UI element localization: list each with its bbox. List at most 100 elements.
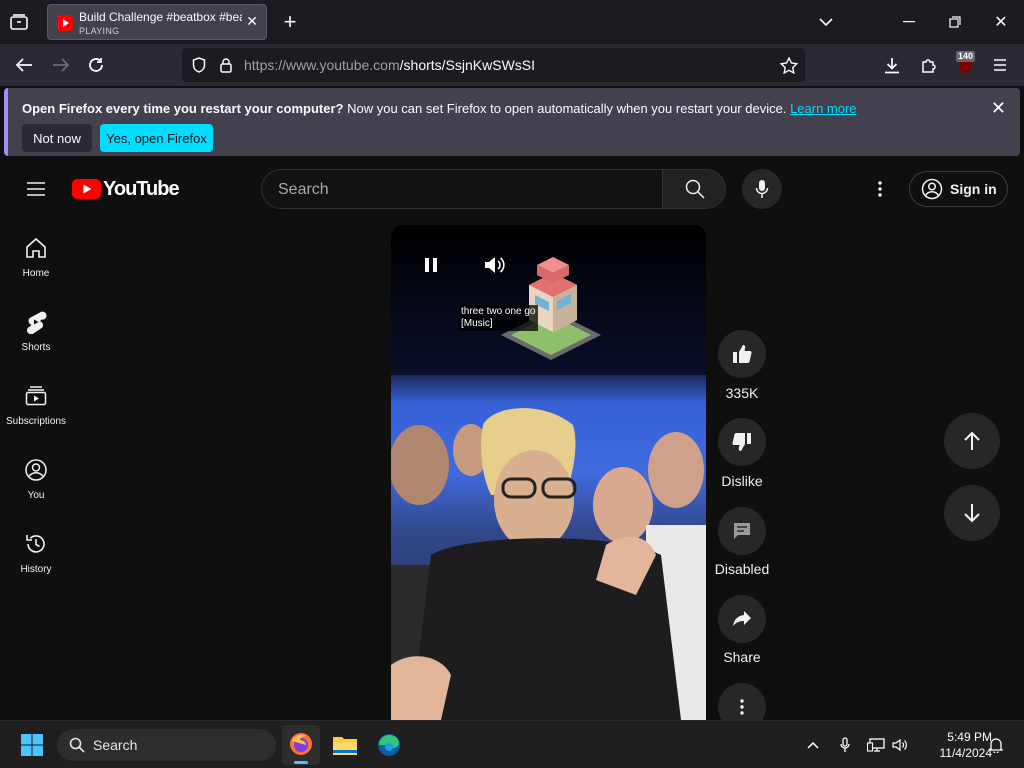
- comments-label: Disabled: [714, 561, 770, 577]
- sign-in-label: Sign in: [950, 181, 997, 197]
- caption-line: [Music]: [461, 318, 493, 329]
- volume-icon[interactable]: [890, 735, 910, 755]
- downloads-icon[interactable]: [881, 54, 903, 76]
- youtube-header: YouTube Search Sign in: [0, 158, 1024, 220]
- url-bar[interactable]: https://www.youtube.com/shorts/SsjnKwSWs…: [182, 48, 805, 82]
- sign-in-button[interactable]: Sign in: [909, 171, 1008, 207]
- pause-icon: [425, 258, 437, 272]
- search-button[interactable]: [662, 169, 726, 209]
- more-vertical-icon: [740, 699, 744, 715]
- app-menu-hamburger-icon[interactable]: [989, 54, 1011, 76]
- sidebar-item-you[interactable]: You: [0, 458, 72, 532]
- next-short-button[interactable]: [944, 485, 1000, 541]
- sidebar-item-subscriptions[interactable]: Subscriptions: [0, 384, 72, 458]
- minimize-window-icon[interactable]: [898, 12, 920, 32]
- back-arrow-icon[interactable]: [13, 54, 35, 76]
- guide-menu-icon[interactable]: [25, 178, 47, 200]
- search-icon: [685, 179, 705, 199]
- account-circle-icon: [25, 459, 47, 481]
- history-icon: [26, 535, 45, 553]
- like-count: 335K: [725, 385, 759, 401]
- youtube-logo[interactable]: YouTube: [72, 178, 180, 200]
- youtube-sidebar: Home Shorts Subscriptions You History: [0, 220, 72, 720]
- list-all-tabs-icon[interactable]: [816, 12, 836, 32]
- network-icon[interactable]: [866, 735, 886, 755]
- learn-more-link[interactable]: Learn more: [790, 101, 856, 116]
- notification-title: Open Firefox every time you restart your…: [22, 101, 344, 116]
- microphone-icon[interactable]: [836, 735, 854, 755]
- windows-logo-icon: [21, 734, 43, 756]
- notification-bar: Open Firefox every time you restart your…: [4, 88, 1020, 156]
- shorts-video-player[interactable]: three two one go [Music]: [391, 225, 706, 720]
- forward-arrow-icon: [50, 54, 72, 76]
- dislike-button[interactable]: [718, 418, 766, 466]
- sidebar-item-label: Shorts: [21, 342, 51, 353]
- share-label: Share: [723, 649, 761, 665]
- taskbar-search-label: Search: [93, 737, 138, 753]
- folder-icon: [333, 737, 357, 755]
- browser-tab-bar: Build Challenge #beatbox #beatbox PLAYIN…: [0, 0, 1024, 44]
- previous-short-button[interactable]: [944, 413, 1000, 469]
- share-button[interactable]: [718, 595, 766, 643]
- reload-icon[interactable]: [85, 54, 107, 76]
- tracking-protection-shield-icon[interactable]: [190, 56, 208, 74]
- start-button[interactable]: [20, 733, 44, 757]
- url-path: /shorts/SsjnKwSWsSI: [399, 57, 536, 73]
- sidebar-item-label: Home: [22, 268, 50, 279]
- firefox-view-icon[interactable]: [8, 12, 30, 32]
- more-options-icon[interactable]: [870, 179, 890, 199]
- active-app-indicator: [294, 761, 308, 764]
- volume-button[interactable]: [483, 253, 507, 277]
- caption-line: three two one go: [461, 306, 536, 317]
- dislike-label: Dislike: [721, 473, 763, 489]
- clock-date: 11/4/2024: [939, 746, 993, 760]
- pause-button[interactable]: [419, 253, 443, 277]
- taskbar-clock[interactable]: 5:49 PM 11/4/2024: [918, 729, 993, 761]
- taskbar-file-explorer[interactable]: [326, 725, 364, 765]
- volume-icon: [485, 257, 505, 273]
- search-input[interactable]: Search: [261, 169, 663, 209]
- new-tab-button[interactable]: +: [279, 9, 301, 34]
- like-button[interactable]: [718, 330, 766, 378]
- notifications-bell-icon[interactable]: [986, 735, 1006, 755]
- show-hidden-icons-chevron-up-icon[interactable]: [804, 735, 822, 755]
- search-placeholder: Search: [278, 181, 329, 198]
- taskbar-edge[interactable]: [370, 725, 408, 765]
- notification-text: Now you can set Firefox to open automati…: [343, 101, 787, 116]
- restore-window-icon[interactable]: [944, 12, 966, 32]
- youtube-logo-icon: [72, 179, 101, 199]
- search-icon: [69, 737, 85, 753]
- shorts-icon: [27, 311, 47, 334]
- comments-button[interactable]: [718, 507, 766, 555]
- extensions-puzzle-icon[interactable]: [918, 54, 940, 76]
- sidebar-item-label: History: [20, 564, 52, 575]
- ublock-badge-count: 140: [956, 51, 976, 62]
- yes-open-firefox-button[interactable]: Yes, open Firefox: [100, 124, 213, 152]
- clock-time: 5:49 PM: [947, 730, 992, 744]
- video-frame: [391, 225, 706, 720]
- sidebar-item-shorts[interactable]: Shorts: [0, 310, 72, 384]
- notification-close-icon[interactable]: ✕: [991, 98, 1006, 119]
- home-icon: [26, 237, 46, 258]
- taskbar-search[interactable]: Search: [57, 729, 276, 761]
- not-now-button[interactable]: Not now: [22, 124, 92, 152]
- ublock-extension-icon[interactable]: 140: [955, 51, 976, 76]
- sidebar-item-history[interactable]: History: [0, 532, 72, 606]
- url-text: https://www.youtube.com/shorts/SsjnKwSWs…: [244, 57, 535, 73]
- lock-icon[interactable]: [218, 56, 234, 74]
- account-circle-icon: [921, 178, 943, 200]
- sidebar-item-label: Subscriptions: [5, 416, 67, 427]
- thumbs-up-icon: [733, 345, 752, 363]
- microphone-icon: [755, 180, 769, 198]
- tab-close-icon[interactable]: ✕: [246, 13, 258, 30]
- close-window-icon[interactable]: ✕: [990, 12, 1012, 32]
- taskbar-firefox[interactable]: [282, 725, 320, 765]
- comment-icon: [734, 523, 750, 539]
- browser-tab[interactable]: Build Challenge #beatbox #beatbox PLAYIN…: [47, 4, 267, 40]
- windows-taskbar: Search 5:49 PM 11/4/2024: [0, 720, 1024, 768]
- bookmark-star-icon[interactable]: [780, 56, 798, 74]
- sidebar-item-label: You: [27, 490, 45, 501]
- sidebar-item-home[interactable]: Home: [0, 236, 72, 310]
- edge-icon: [378, 734, 400, 756]
- voice-search-button[interactable]: [742, 169, 782, 209]
